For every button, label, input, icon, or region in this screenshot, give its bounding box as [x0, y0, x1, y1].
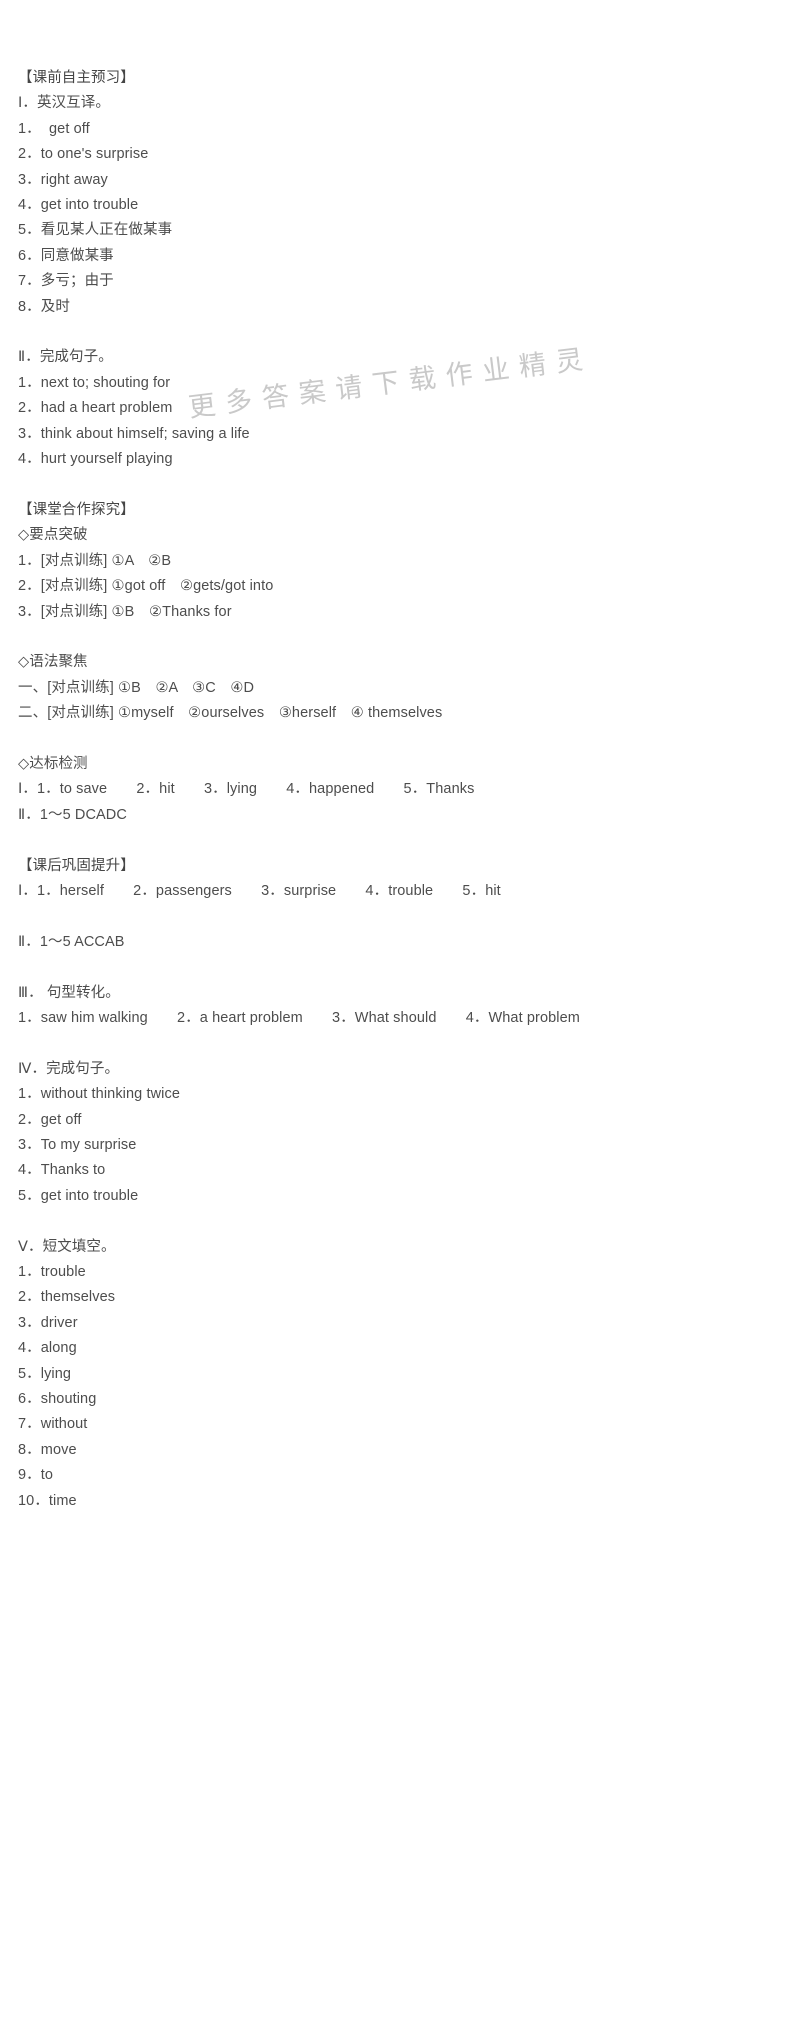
answer-line: Ⅱ．1～5 DCADC: [18, 806, 127, 823]
answer-line: 1．trouble: [18, 1263, 86, 1280]
answer-line: 6．shouting: [18, 1390, 97, 1407]
answer-key-page: 更多答案请下载作业精灵 【课前自主预习】 Ⅰ．英汉互译。 1． get off 2．t…: [0, 0, 800, 2026]
answer-key-content: 【课前自主预习】 Ⅰ．英汉互译。 1． get off 2．to one's surp…: [18, 66, 800, 1514]
answer-line: 4．along: [18, 1340, 77, 1357]
answer-line: 1．next to; shouting for: [18, 374, 171, 391]
answer-line: 一、[对点训练] ①B ②A ③C ④D: [18, 679, 255, 696]
answer-line: 3．think about himself; saving a life: [18, 425, 250, 442]
answer-line: Ⅰ．1．herself 2．passengers 3．surprise 4．tr…: [18, 882, 501, 899]
section-heading: 【课前自主预习】: [18, 70, 135, 86]
answer-line: Ⅱ．1～5 ACCAB: [18, 933, 125, 950]
answer-line: 8．及时: [18, 298, 70, 315]
answer-line: 2．to one's surprise: [18, 146, 149, 163]
subsection-heading: Ⅳ．完成句子。: [18, 1060, 120, 1077]
answer-line: 7．多亏；由于: [18, 273, 114, 290]
answer-line: 6．同意做某事: [18, 247, 114, 264]
subsection-heading: ◇语法聚焦: [18, 654, 88, 671]
answer-line: 2．[对点训练] ①got off ②gets/got into: [18, 578, 274, 595]
answer-line: 4．hurt yourself playing: [18, 451, 173, 468]
section-heading: 【课堂合作探究】: [18, 501, 135, 518]
subsection-heading: ◇达标检测: [18, 755, 88, 772]
answer-line: 3．right away: [18, 171, 108, 188]
subsection-heading: Ⅰ．英汉互译。: [18, 95, 110, 112]
answer-line: 1．[对点训练] ①A ②B: [18, 552, 172, 569]
answer-line: 二、[对点训练] ①myself ②ourselves ③herself ④ t…: [18, 705, 443, 722]
answer-line: 7．without: [18, 1416, 88, 1433]
answer-line: 4．Thanks to: [18, 1162, 106, 1179]
subsection-heading: Ⅲ． 句型转化。: [18, 984, 120, 1001]
subsection-heading: ◇要点突破: [18, 527, 88, 544]
answer-line: 5．lying: [18, 1365, 72, 1382]
subsection-heading: Ⅴ．短文填空。: [18, 1238, 116, 1255]
answer-line: 2．had a heart problem: [18, 400, 173, 417]
answer-line: 8．move: [18, 1441, 77, 1458]
answer-line: 9．to: [18, 1467, 54, 1484]
answer-line: 1．without thinking twice: [18, 1086, 180, 1103]
answer-line: 10．time: [18, 1492, 77, 1509]
answer-line: 4．get into trouble: [18, 197, 139, 214]
answer-line: 2．get off: [18, 1111, 82, 1128]
answer-line: 5．get into trouble: [18, 1187, 139, 1204]
answer-line: 5．看见某人正在做某事: [18, 222, 173, 239]
section-heading: 【课后巩固提升】: [18, 857, 135, 874]
answer-line: 3．[对点训练] ①B ②Thanks for: [18, 603, 232, 620]
answer-line: 3．To my surprise: [18, 1136, 137, 1153]
subsection-heading: Ⅱ．完成句子。: [18, 349, 113, 366]
answer-line: 2．themselves: [18, 1289, 116, 1306]
answer-line: Ⅰ．1．to save 2．hit 3．lying 4．happened 5．T…: [18, 781, 475, 798]
answer-line: 1． get off: [18, 120, 90, 137]
answer-line: 3．driver: [18, 1314, 78, 1331]
answer-line: 1．saw him walking 2．a heart problem 3．Wh…: [18, 1009, 580, 1026]
